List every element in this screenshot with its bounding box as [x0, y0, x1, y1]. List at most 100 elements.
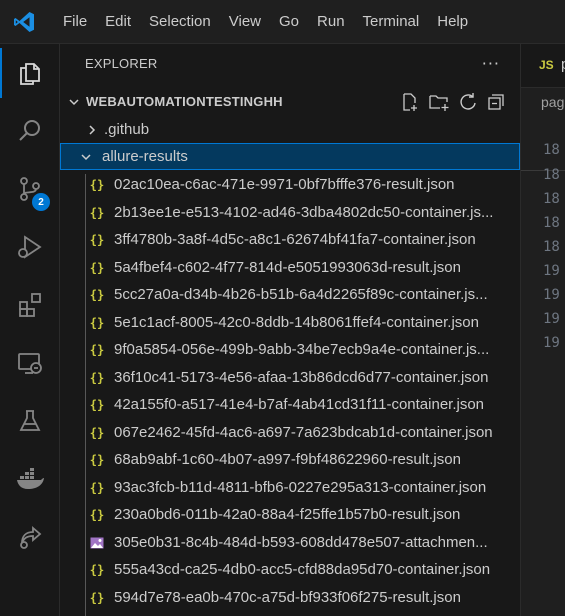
line-number: 19 — [543, 287, 560, 303]
breadcrumb[interactable]: pag — [541, 94, 564, 110]
json-icon: {} — [89, 342, 105, 357]
file-item[interactable]: {} 5e1c1acf-8005-42c0-8ddb-14b8061ffef4-… — [60, 309, 520, 336]
new-file-icon[interactable] — [400, 92, 420, 112]
line-number: 19 — [543, 311, 560, 327]
source-control-icon[interactable]: 2 — [0, 160, 60, 218]
workspace-root-label: WEBAUTOMATIONTESTINGHH — [86, 94, 283, 109]
json-icon: {} — [89, 507, 105, 522]
json-icon: {} — [89, 315, 105, 330]
menu-edit[interactable]: Edit — [96, 0, 140, 44]
json-icon: {} — [89, 205, 105, 220]
line-number: 18 — [543, 142, 560, 158]
testing-icon[interactable] — [0, 392, 60, 450]
workspace-root[interactable]: WEBAUTOMATIONTESTINGHH — [60, 88, 520, 115]
file-name: 2b13ee1e-e513-4102-ad46-3dba4802dc50-con… — [114, 204, 494, 221]
folder-label: allure-results — [102, 148, 188, 165]
line-number: 19 — [543, 335, 560, 351]
search-icon[interactable] — [0, 102, 60, 160]
file-item[interactable]: {} 3ff4780b-3a8f-4d5c-a8c1-62674bf41fa7-… — [60, 226, 520, 253]
file-name: 305e0b31-8c4b-484d-b593-608dd478e507-att… — [114, 534, 488, 551]
editor-tab[interactable]: JS p — [521, 44, 565, 88]
file-item[interactable]: {} 230a0bd6-011b-42a0-88a4-f25ffe1b57b0-… — [60, 501, 520, 528]
javascript-file-icon: JS — [539, 58, 554, 72]
file-name: 9f0a5854-056e-499b-9abb-34be7ecb9a4e-con… — [114, 341, 490, 358]
docker-icon[interactable] — [0, 450, 60, 508]
file-item[interactable]: {} 2b13ee1e-e513-4102-ad46-3dba4802dc50-… — [60, 199, 520, 226]
refresh-icon[interactable] — [458, 92, 478, 112]
json-icon: {} — [89, 177, 105, 192]
file-name: 93ac3fcb-b11d-4811-bfb6-0227e295a313-con… — [114, 479, 487, 496]
run-debug-icon[interactable] — [0, 218, 60, 276]
file-item[interactable]: {} 42a155f0-a517-41e4-b7af-4ab41cd31f11-… — [60, 391, 520, 418]
editor-area: JS p pag 18 18 18 18 18 19 19 19 19 — [520, 44, 565, 616]
collapse-all-icon[interactable] — [486, 92, 506, 112]
json-icon: {} — [89, 260, 105, 275]
file-item[interactable]: 305e0b31-8c4b-484d-b593-608dd478e507-att… — [60, 529, 520, 556]
vscode-logo-icon — [14, 11, 34, 32]
chevron-right-icon — [84, 124, 100, 136]
menu-run[interactable]: Run — [308, 0, 354, 44]
menu-view[interactable]: View — [220, 0, 270, 44]
json-icon: {} — [89, 425, 105, 440]
file-name: 067e2462-45fd-4ac6-a697-7a623bdcab1d-con… — [114, 424, 493, 441]
live-share-icon[interactable] — [0, 508, 60, 566]
menu-selection[interactable]: Selection — [140, 0, 220, 44]
more-actions-icon[interactable]: ··· — [482, 54, 500, 73]
json-icon: {} — [89, 397, 105, 412]
file-name: 5a4fbef4-c602-4f77-814d-e5051993063d-res… — [114, 259, 461, 276]
file-name: 594d7e78-ea0b-470c-a75d-bf933f06f275-res… — [114, 589, 461, 606]
tab-label: p — [561, 56, 565, 73]
json-icon: {} — [89, 480, 105, 495]
file-item[interactable]: {} 93ac3fcb-b11d-4811-bfb6-0227e295a313-… — [60, 474, 520, 501]
line-number: 19 — [543, 263, 560, 279]
activity-bar: 2 — [0, 44, 60, 616]
folder-label: .github — [104, 121, 150, 138]
menu-bar: File Edit Selection View Go Run Terminal… — [0, 0, 565, 44]
json-icon: {} — [89, 370, 105, 385]
image-icon — [88, 537, 106, 549]
file-item[interactable]: {} 9f0a5854-056e-499b-9abb-34be7ecb9a4e-… — [60, 336, 520, 363]
explorer-icon[interactable] — [0, 44, 60, 102]
file-item[interactable]: {} 555a43cd-ca25-4db0-acc5-cfd88da95d70-… — [60, 556, 520, 583]
file-name: 36f10c41-5173-4e56-afaa-13b86dcd6d77-con… — [114, 369, 489, 386]
file-name: 02ac10ea-c6ac-471e-9971-0bf7bfffe376-res… — [114, 176, 455, 193]
menu-go[interactable]: Go — [270, 0, 308, 44]
json-icon: {} — [89, 562, 105, 577]
chevron-down-icon — [78, 151, 94, 163]
file-name: 68ab9abf-1c60-4b07-a997-f9bf48622960-res… — [114, 451, 461, 468]
file-item[interactable]: {} 5cc27a0a-d34b-4b26-b51b-6a4d2265f89c-… — [60, 281, 520, 308]
chevron-down-icon — [66, 96, 82, 108]
line-number: 18 — [543, 215, 560, 231]
json-icon: {} — [89, 590, 105, 605]
file-name: 230a0bd6-011b-42a0-88a4-f25ffe1b57b0-res… — [114, 506, 461, 523]
explorer-panel: EXPLORER ··· WEBAUTOMATIONTESTINGHH .git… — [60, 44, 520, 616]
menu-help[interactable]: Help — [428, 0, 477, 44]
menu-terminal[interactable]: Terminal — [354, 0, 429, 44]
json-icon: {} — [89, 452, 105, 467]
file-name: 3ff4780b-3a8f-4d5c-a8c1-62674bf41fa7-con… — [114, 231, 476, 248]
line-number: 18 — [543, 167, 560, 183]
source-control-badge: 2 — [32, 193, 50, 211]
explorer-title: EXPLORER — [85, 56, 158, 71]
file-item[interactable]: {} 02ac10ea-c6ac-471e-9971-0bf7bfffe376-… — [60, 171, 520, 198]
file-item[interactable]: {} 36f10c41-5173-4e56-afaa-13b86dcd6d77-… — [60, 364, 520, 391]
file-name: 555a43cd-ca25-4db0-acc5-cfd88da95d70-con… — [114, 561, 491, 578]
line-number: 18 — [543, 191, 560, 207]
json-icon: {} — [89, 287, 105, 302]
menu-file[interactable]: File — [54, 0, 96, 44]
file-name: 42a155f0-a517-41e4-b7af-4ab41cd31f11-con… — [114, 396, 485, 413]
line-number: 18 — [543, 239, 560, 255]
file-item[interactable]: {} 594d7e78-ea0b-470c-a75d-bf933f06f275-… — [60, 584, 520, 611]
file-item[interactable]: {} 68ab9abf-1c60-4b07-a997-f9bf48622960-… — [60, 446, 520, 473]
json-icon: {} — [89, 232, 105, 247]
remote-explorer-icon[interactable] — [0, 334, 60, 392]
explorer-actions — [400, 88, 506, 115]
new-folder-icon[interactable] — [428, 92, 450, 112]
file-item[interactable]: {} 067e2462-45fd-4ac6-a697-7a623bdcab1d-… — [60, 419, 520, 446]
file-name: 5cc27a0a-d34b-4b26-b51b-6a4d2265f89c-con… — [114, 286, 488, 303]
folder-allure-results[interactable]: allure-results — [60, 143, 520, 170]
file-item[interactable]: {} 5a4fbef4-c602-4f77-814d-e5051993063d-… — [60, 254, 520, 281]
file-name: 5e1c1acf-8005-42c0-8ddb-14b8061ffef4-con… — [114, 314, 479, 331]
extensions-icon[interactable] — [0, 276, 60, 334]
folder-github[interactable]: .github — [60, 116, 520, 143]
